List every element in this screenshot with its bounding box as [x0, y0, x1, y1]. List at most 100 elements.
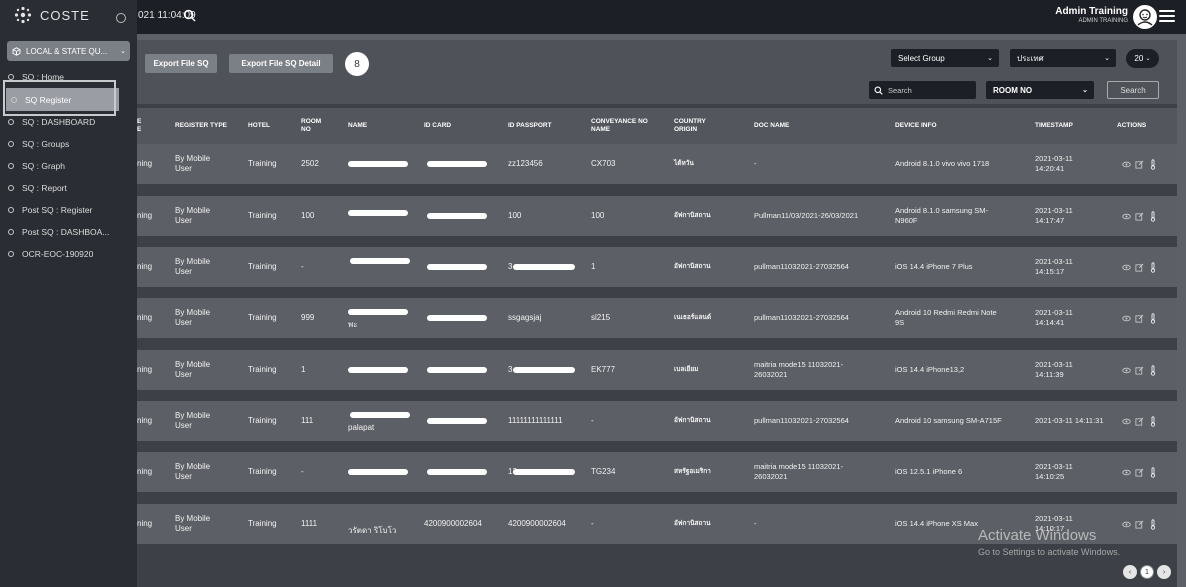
export-sq-detail-button[interactable]: Export File SQ Detail	[229, 54, 333, 73]
redacted-value	[427, 367, 487, 373]
table-cell: -	[591, 519, 594, 528]
thermometer-icon[interactable]	[1148, 210, 1157, 222]
view-icon[interactable]	[1122, 417, 1131, 426]
module-group-label: LOCAL & STATE QU...	[26, 46, 108, 56]
sidebar-toggle-icon[interactable]	[116, 13, 126, 23]
table-cell: เบลเยียม	[674, 366, 699, 373]
table-cell: 1	[301, 365, 306, 374]
sidebar-item-label: SQ : Report	[22, 183, 67, 193]
table-cell: 2021-03-11 14:20:41	[1035, 154, 1073, 173]
thermometer-icon[interactable]	[1148, 158, 1157, 170]
page-size-select[interactable]: 20 ⌄	[1126, 49, 1159, 68]
row-actions	[1122, 350, 1157, 390]
search-icon[interactable]	[183, 9, 196, 24]
column-header[interactable]: NAME	[348, 108, 367, 144]
column-header[interactable]: ID CARD	[424, 108, 451, 144]
row-actions	[1122, 452, 1157, 492]
table-row[interactable]: ning By Mobile User Training 111 palapat 1111…	[137, 401, 1177, 441]
column-header[interactable]: COUNTRY ORIGIN	[674, 108, 706, 144]
table-cell: pullman11032021-27032564	[754, 313, 849, 322]
table-cell: 1111	[301, 519, 318, 528]
table-cell: maitria mode15 11032021- 26032021	[754, 462, 844, 481]
thermometer-icon[interactable]	[1148, 312, 1157, 324]
column-header[interactable]: ROOM NO	[301, 108, 321, 144]
column-header[interactable]: ID PASSPORT	[508, 108, 552, 144]
avatar[interactable]	[1133, 5, 1157, 29]
table-cell: พะ	[348, 320, 358, 329]
thermometer-icon[interactable]	[1148, 466, 1157, 478]
view-icon[interactable]	[1122, 160, 1131, 169]
table-cell: ssgagsjaj	[508, 313, 542, 322]
redacted-value	[348, 309, 408, 315]
column-header[interactable]: DOC NAME	[754, 108, 789, 144]
row-actions	[1122, 196, 1157, 236]
edit-icon[interactable]	[1135, 468, 1144, 477]
table-row[interactable]: ning By Mobile User Training 2502 zz123456 CX…	[137, 144, 1177, 184]
edit-icon[interactable]	[1135, 263, 1144, 272]
view-icon[interactable]	[1122, 212, 1131, 221]
column-header[interactable]: REGISTER TYPE	[175, 108, 227, 144]
room-no-dropdown[interactable]: ROOM NO ⌄	[986, 81, 1094, 99]
edit-icon[interactable]	[1135, 520, 1144, 529]
search-input[interactable]: Search	[869, 81, 976, 99]
logo[interactable]: COSTE	[14, 6, 90, 24]
thermometer-icon[interactable]	[1148, 364, 1157, 376]
table-row[interactable]: ning By Mobile User Training 100 100 100 อัฟกา…	[137, 196, 1177, 236]
thermometer-icon[interactable]	[1148, 518, 1157, 530]
column-header: ACTIONS	[1117, 122, 1147, 129]
thermometer-icon[interactable]	[1148, 415, 1157, 427]
record-count-badge: 8	[345, 52, 369, 76]
table-cell: iOS 14.4 iPhone13,2	[895, 365, 965, 374]
sidebar: COSTE LOCAL & STATE QU... ⌄ SQ : Home SQ…	[0, 0, 137, 587]
search-button[interactable]: Search	[1107, 81, 1159, 99]
column-header[interactable]: DEVICE INFO	[895, 108, 937, 144]
column-header[interactable]: CONVEYANCE NO NAME	[591, 108, 648, 144]
column-header[interactable]: HOTEL	[248, 108, 270, 144]
table-row[interactable]: ning By Mobile User Training 1 3 EK777 เบลเยีย…	[137, 350, 1177, 390]
select-group-dropdown[interactable]: Select Group ⌄	[891, 49, 999, 67]
sidebar-item-sq-graph[interactable]: SQ : Graph	[0, 155, 137, 177]
sidebar-item-sq-groups[interactable]: SQ : Groups	[0, 133, 137, 155]
view-icon[interactable]	[1122, 468, 1131, 477]
edit-icon[interactable]	[1135, 314, 1144, 323]
edit-icon[interactable]	[1135, 212, 1144, 221]
view-icon[interactable]	[1122, 520, 1131, 529]
table-cell: Training	[248, 313, 277, 322]
view-icon[interactable]	[1122, 314, 1131, 323]
country-dropdown[interactable]: ประเทศ ⌄	[1010, 49, 1116, 67]
column-header[interactable]: E E	[137, 108, 141, 144]
edit-icon[interactable]	[1135, 417, 1144, 426]
user-info[interactable]: Admin Training ADMIN TRAINING	[1055, 6, 1128, 24]
redacted-value	[427, 315, 487, 321]
next-page-button[interactable]: ›	[1157, 565, 1171, 579]
prev-page-button[interactable]: ‹	[1123, 565, 1137, 579]
edit-icon[interactable]	[1135, 160, 1144, 169]
thermometer-icon[interactable]	[1148, 261, 1157, 273]
table-cell: 2021-03-11 14:15:17	[1035, 257, 1073, 276]
sidebar-item-sq-report[interactable]: SQ : Report	[0, 177, 137, 199]
table-row[interactable]: ning By Mobile User Training 999 พะ ssgagsjaj…	[137, 298, 1177, 338]
export-sq-button[interactable]: Export File SQ	[145, 54, 217, 73]
sidebar-item-ocr-eoc[interactable]: OCR-EOC-190920	[0, 243, 137, 265]
view-icon[interactable]	[1122, 263, 1131, 272]
table-row[interactable]: ningBy Mobile UserTraining-13TG234สหรัฐอ…	[137, 452, 1177, 492]
column-header[interactable]: TIMESTAMP	[1035, 108, 1073, 144]
edit-icon[interactable]	[1135, 366, 1144, 375]
redacted-value	[348, 367, 408, 373]
view-icon[interactable]	[1122, 366, 1131, 375]
redacted-value	[427, 161, 487, 167]
search-icon	[874, 85, 883, 95]
page-number[interactable]: 1	[1140, 565, 1154, 579]
redacted-value	[513, 264, 575, 270]
sidebar-item-label: Post SQ : Register	[22, 205, 93, 215]
sidebar-item-post-sq-register[interactable]: Post SQ : Register	[0, 199, 137, 221]
module-group-dropdown[interactable]: LOCAL & STATE QU... ⌄	[7, 41, 130, 61]
table-row[interactable]: ning By Mobile User Training - 3 1 อัฟกานิสถาน…	[137, 247, 1177, 287]
table-cell: ning	[137, 467, 153, 476]
sidebar-item-post-sq-dashboard[interactable]: Post SQ : DASHBOA...	[0, 221, 137, 243]
activate-windows-watermark: Activate Windows Go to Settings to activ…	[978, 527, 1120, 557]
table-cell: สหรัฐอเมริกา	[674, 468, 711, 475]
table-cell: 11111111111111	[508, 416, 563, 425]
menu-icon[interactable]	[1159, 10, 1175, 22]
table-cell: By Mobile User	[175, 308, 211, 327]
